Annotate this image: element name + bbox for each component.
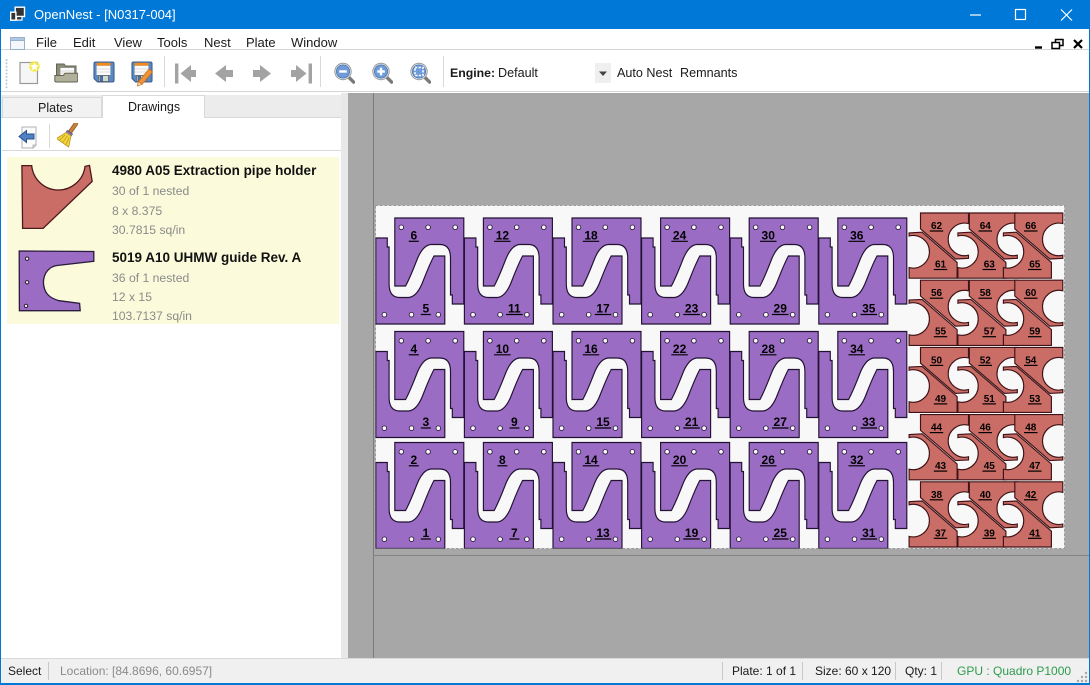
- svg-text:8: 8: [499, 453, 506, 467]
- svg-text:12: 12: [496, 228, 510, 242]
- svg-text:1: 1: [422, 526, 429, 540]
- svg-text:51: 51: [984, 394, 996, 405]
- svg-text:40: 40: [980, 490, 992, 501]
- svg-text:60: 60: [1025, 288, 1037, 299]
- svg-text:46: 46: [980, 423, 992, 434]
- svg-text:2: 2: [410, 453, 417, 467]
- svg-text:14: 14: [584, 453, 598, 467]
- svg-text:5: 5: [422, 302, 429, 316]
- svg-text:54: 54: [1025, 355, 1037, 366]
- svg-text:49: 49: [935, 394, 947, 405]
- svg-text:42: 42: [1025, 490, 1037, 501]
- svg-text:4: 4: [410, 342, 417, 356]
- svg-text:39: 39: [984, 528, 996, 539]
- svg-text:24: 24: [673, 228, 687, 242]
- svg-text:18: 18: [584, 228, 598, 242]
- svg-text:36: 36: [850, 228, 864, 242]
- svg-text:15: 15: [596, 415, 610, 429]
- svg-text:34: 34: [850, 342, 864, 356]
- svg-text:44: 44: [931, 423, 943, 434]
- svg-text:41: 41: [1029, 528, 1041, 539]
- svg-text:31: 31: [862, 526, 876, 540]
- svg-text:47: 47: [1029, 461, 1041, 472]
- svg-text:27: 27: [774, 415, 788, 429]
- svg-text:22: 22: [673, 342, 687, 356]
- svg-text:19: 19: [685, 526, 699, 540]
- svg-text:45: 45: [984, 461, 996, 472]
- svg-text:29: 29: [774, 302, 788, 316]
- svg-text:61: 61: [935, 260, 947, 271]
- svg-text:65: 65: [1029, 260, 1041, 271]
- svg-text:10: 10: [496, 342, 510, 356]
- svg-text:63: 63: [984, 260, 996, 271]
- svg-text:48: 48: [1025, 423, 1037, 434]
- svg-text:6: 6: [410, 228, 417, 242]
- svg-text:11: 11: [508, 302, 521, 316]
- svg-text:3: 3: [422, 415, 429, 429]
- svg-text:56: 56: [931, 288, 943, 299]
- svg-text:52: 52: [980, 355, 992, 366]
- svg-text:66: 66: [1025, 221, 1037, 232]
- svg-text:28: 28: [762, 342, 776, 356]
- svg-text:32: 32: [850, 453, 864, 467]
- svg-text:25: 25: [774, 526, 788, 540]
- svg-text:20: 20: [673, 453, 687, 467]
- svg-text:33: 33: [862, 415, 876, 429]
- svg-text:23: 23: [685, 302, 699, 316]
- svg-text:7: 7: [511, 526, 518, 540]
- svg-text:9: 9: [511, 415, 518, 429]
- svg-text:43: 43: [935, 461, 947, 472]
- svg-text:16: 16: [584, 342, 598, 356]
- svg-text:55: 55: [935, 327, 947, 338]
- svg-text:30: 30: [762, 228, 776, 242]
- svg-text:21: 21: [685, 415, 699, 429]
- svg-text:57: 57: [984, 327, 996, 338]
- svg-text:35: 35: [862, 302, 876, 316]
- svg-text:17: 17: [596, 302, 610, 316]
- svg-text:62: 62: [931, 221, 943, 232]
- svg-text:64: 64: [980, 221, 992, 232]
- svg-text:13: 13: [596, 526, 610, 540]
- svg-text:53: 53: [1029, 394, 1041, 405]
- svg-text:58: 58: [980, 288, 992, 299]
- svg-text:50: 50: [931, 355, 943, 366]
- svg-text:37: 37: [935, 528, 947, 539]
- svg-text:26: 26: [762, 453, 776, 467]
- svg-text:38: 38: [931, 490, 943, 501]
- svg-text:59: 59: [1029, 327, 1041, 338]
